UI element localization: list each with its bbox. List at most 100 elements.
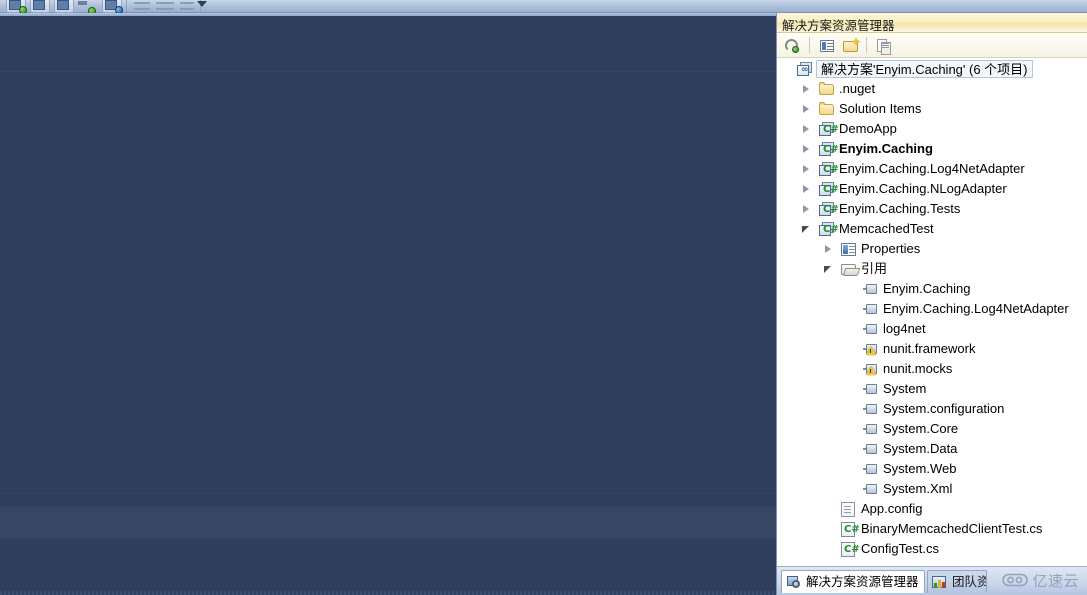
- copy-icon: [877, 39, 891, 55]
- tree-node-project-nlog-adapter[interactable]: C# Enyim.Caching.NLogAdapter: [777, 179, 1087, 199]
- csharp-project-icon: C#: [819, 122, 839, 137]
- tree-node-node-references[interactable]: 引用: [777, 259, 1087, 279]
- tree-node-label: System.configuration: [883, 401, 1005, 416]
- tree-node-label: log4net: [883, 321, 926, 336]
- expander-expanded-icon[interactable]: [802, 226, 809, 233]
- tree-node-label: Enyim.Caching.Tests: [839, 201, 961, 216]
- tree-node-label: .nuget: [839, 81, 876, 96]
- panel-tab-strip: 解决方案资源管理器 团队资: [777, 566, 1087, 595]
- tree-node-ref-system-core[interactable]: System.Core: [777, 419, 1087, 439]
- csharp-project-icon: C#: [819, 222, 839, 237]
- toolbar-separator: [809, 37, 810, 53]
- tree-node-ref-system-web[interactable]: System.Web: [777, 459, 1087, 479]
- tree-node-project-log4net-adapter[interactable]: C# Enyim.Caching.Log4NetAdapter: [777, 159, 1087, 179]
- tree-node-label: BinaryMemcachedClientTest.cs: [861, 521, 1043, 536]
- navigate-backward-button[interactable]: [6, 0, 27, 14]
- editor-band: [0, 71, 776, 72]
- tree-node-label: Solution Items: [839, 101, 922, 116]
- tree-node-ref-system-configuration[interactable]: System.configuration: [777, 399, 1087, 419]
- expander-collapsed-icon[interactable]: [803, 205, 809, 213]
- panel-title-text: 解决方案资源管理器: [782, 19, 895, 33]
- tree-node-project-demoapp[interactable]: C# DemoApp: [777, 119, 1087, 139]
- navigate-forward-button[interactable]: [78, 0, 98, 15]
- tree-node-label: System: [883, 381, 927, 396]
- reference-icon: [863, 284, 877, 295]
- expander-collapsed-icon[interactable]: [803, 125, 809, 133]
- tree-node-file-binary-memcached-client-test[interactable]: C# BinaryMemcachedClientTest.cs: [777, 519, 1087, 539]
- tree-node-file-app-config[interactable]: App.config: [777, 499, 1087, 519]
- tree-node-ref-system-data[interactable]: System.Data: [777, 439, 1087, 459]
- refresh-status-badge-icon: [792, 46, 799, 53]
- tree-node-ref-log4net[interactable]: log4net: [777, 319, 1087, 339]
- tree-node-nuget-folder[interactable]: .nuget: [777, 79, 1087, 99]
- properties-icon: [33, 0, 45, 10]
- reference-icon: [863, 444, 877, 455]
- distribute-icon: [156, 2, 174, 10]
- csharp-file-icon: C#: [841, 522, 860, 537]
- tree-node-file-config-test[interactable]: C# ConfigTest.cs: [777, 539, 1087, 559]
- tree-node-label: nunit.mocks: [883, 361, 953, 376]
- properties-node-icon: [841, 243, 856, 256]
- properties-window-button[interactable]: [30, 0, 50, 13]
- expander-collapsed-icon[interactable]: [803, 185, 809, 193]
- tree-node-ref-system[interactable]: System: [777, 379, 1087, 399]
- refresh-button[interactable]: [782, 36, 804, 55]
- tree-node-label: 解决方案'Enyim.Caching' (6 个项目): [816, 60, 1033, 78]
- editor-top-divider: [0, 13, 776, 16]
- object-browser-button[interactable]: [54, 0, 74, 13]
- object-browser-icon: [57, 0, 69, 10]
- tree-node-label: Enyim.Caching: [883, 281, 971, 296]
- expander-collapsed-icon[interactable]: [803, 165, 809, 173]
- solution-explorer-icon: [786, 575, 802, 590]
- editor-band: [0, 507, 776, 538]
- editor-band: [0, 538, 776, 539]
- reference-warning-icon: [863, 364, 877, 375]
- order-icon: [180, 2, 194, 10]
- expander-collapsed-icon[interactable]: [825, 245, 831, 253]
- reference-icon: [863, 424, 877, 435]
- csharp-file-icon: C#: [841, 542, 860, 557]
- show-all-files-button[interactable]: ✦: [841, 36, 863, 55]
- copy-button[interactable]: [873, 36, 895, 55]
- tree-node-project-tests[interactable]: C# Enyim.Caching.Tests: [777, 199, 1087, 219]
- csharp-project-icon: C#: [819, 182, 839, 197]
- solution-tree[interactable]: ∞ 解决方案'Enyim.Caching' (6 个项目) .nuget Soluti…: [777, 59, 1087, 566]
- toolbox-button[interactable]: [102, 0, 123, 14]
- panel-title-bar: 解决方案资源管理器: [777, 13, 1087, 33]
- tree-node-label: System.Core: [883, 421, 959, 436]
- properties-button[interactable]: [817, 36, 839, 55]
- tree-node-label: App.config: [861, 501, 923, 516]
- tree-node-project-enyim-caching[interactable]: C# Enyim.Caching: [777, 139, 1087, 159]
- tree-node-label: ConfigTest.cs: [861, 541, 940, 556]
- toolbar-overflow-chevron-icon[interactable]: [197, 1, 207, 7]
- tree-node-solution-items-folder[interactable]: Solution Items: [777, 99, 1087, 119]
- reference-warning-icon: [863, 344, 877, 355]
- csharp-project-icon: C#: [819, 162, 839, 177]
- tree-node-node-properties[interactable]: Properties: [777, 239, 1087, 259]
- config-file-icon: [841, 502, 855, 517]
- forward-arrow-icon: [78, 1, 87, 5]
- reference-icon: [863, 464, 877, 475]
- tab-team-explorer[interactable]: 团队资: [927, 570, 987, 593]
- csharp-project-icon: C#: [819, 142, 839, 157]
- editor-bottom-divider: [0, 591, 776, 595]
- properties-icon: [820, 40, 834, 52]
- tree-node-ref-nunit-framework[interactable]: nunit.framework: [777, 339, 1087, 359]
- csharp-project-icon: C#: [819, 202, 839, 217]
- expander-collapsed-icon[interactable]: [803, 105, 809, 113]
- expander-expanded-icon[interactable]: [824, 266, 831, 273]
- tree-node-solution-root[interactable]: ∞ 解决方案'Enyim.Caching' (6 个项目): [777, 59, 1087, 79]
- tree-node-ref-log4net-adapter[interactable]: Enyim.Caching.Log4NetAdapter: [777, 299, 1087, 319]
- tree-node-label: System.Data: [883, 441, 958, 456]
- tree-node-label: nunit.framework: [883, 341, 976, 356]
- tree-node-project-memcachedtest[interactable]: C# MemcachedTest: [777, 219, 1087, 239]
- tree-node-ref-enyim-caching[interactable]: Enyim.Caching: [777, 279, 1087, 299]
- solution-icon: ∞: [797, 62, 813, 77]
- tree-node-ref-nunit-mocks[interactable]: nunit.mocks: [777, 359, 1087, 379]
- tab-solution-explorer[interactable]: 解决方案资源管理器: [781, 570, 925, 593]
- tree-node-ref-system-xml[interactable]: System.Xml: [777, 479, 1087, 499]
- expander-collapsed-icon[interactable]: [803, 85, 809, 93]
- tree-node-label: System.Web: [883, 461, 957, 476]
- toolbar-separator: [866, 37, 867, 53]
- expander-collapsed-icon[interactable]: [803, 145, 809, 153]
